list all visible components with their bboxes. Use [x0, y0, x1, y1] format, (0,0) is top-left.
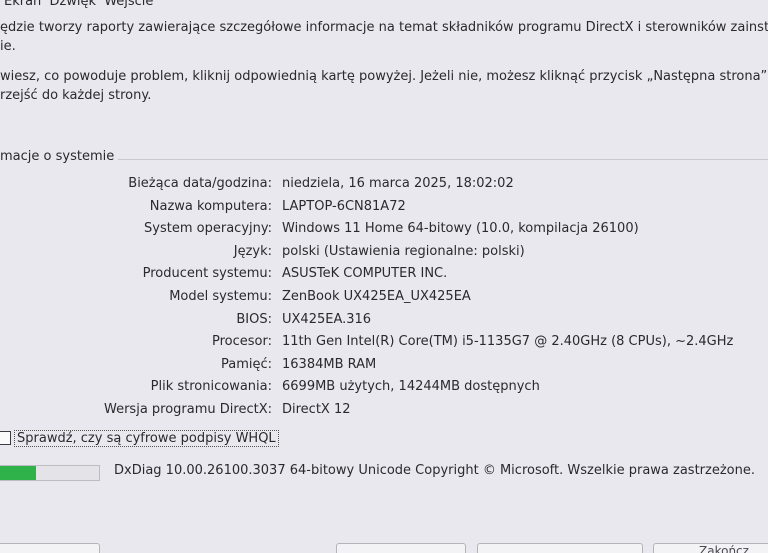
system-info-label: Wersja programu DirectX:	[104, 402, 272, 417]
next-page-button[interactable]	[336, 543, 466, 553]
tab-input[interactable]: Wejście	[104, 0, 153, 9]
exit-button[interactable]: Zakończ	[653, 543, 768, 553]
system-info-row: Bieżąca data/godzina: niedziela, 16 marca…	[0, 174, 768, 194]
system-info-label: Nazwa komputera:	[149, 198, 272, 214]
system-info-row: Producent systemu: ASUSTeK COMPUTER INC.	[0, 264, 768, 284]
system-info-row: Pamięć: 16384MB RAM	[0, 355, 768, 375]
whql-checkbox-row[interactable]: Sprawdź, czy są cyfrowe podpisy WHQL	[0, 429, 279, 447]
intro-line-2b: rzejść do każdej strony.	[0, 88, 152, 103]
system-info-value: 11th Gen Intel(R) Core(TM) i5-1135G7 @ 2…	[282, 334, 734, 350]
system-info-label: Procesor:	[212, 334, 272, 350]
whql-checkbox-label[interactable]: Sprawdź, czy są cyfrowe podpisy WHQL	[14, 429, 279, 447]
system-info-value: 6699MB użytych, 14244MB dostępnych	[282, 379, 540, 395]
system-info-value: UX425EA.316	[282, 311, 372, 327]
system-info-label: Bieżąca data/godzina:	[128, 176, 272, 191]
tab-sound[interactable]: Dźwięk	[49, 0, 96, 9]
copyright-text: DxDiag 10.00.26100.3037 64-bitowy Unicod…	[114, 463, 755, 478]
system-info-row: Język: polski (Ustawienia regionalne: pol…	[0, 242, 768, 262]
system-info-row: Procesor: 11th Gen Intel(R) Core(TM) i5-1…	[0, 332, 768, 352]
intro-line-1: ędzie tworzy raporty zawierające szczegó…	[0, 20, 768, 35]
whql-checkbox[interactable]	[0, 431, 11, 445]
intro-line-1b: ie.	[0, 39, 16, 54]
system-info-value: ASUSTeK COMPUTER INC.	[282, 266, 448, 282]
system-info-label: Pamięć:	[220, 356, 272, 372]
system-info-row: Model systemu: ZenBook UX425EA_UX425EA	[0, 287, 768, 307]
group-box-border	[100, 159, 768, 160]
system-info-label: Język:	[233, 243, 272, 259]
intro-paragraph-2: wiesz, co powoduje problem, kliknij odpo…	[0, 67, 768, 105]
tab-strip: Ekran Dźwięk Wejście	[0, 0, 157, 9]
system-info-label: System operacyjny:	[144, 221, 272, 237]
system-info-value: polski (Ustawienia regionalne: polski)	[282, 243, 525, 259]
system-info-label: Model systemu:	[169, 289, 272, 304]
system-info-value: LAPTOP-6CN81A72	[282, 198, 406, 214]
system-info-value: 16384MB RAM	[282, 356, 377, 372]
system-info-value: niedziela, 16 marca 2025, 18:02:02	[282, 176, 514, 191]
system-info-row: Wersja programu DirectX: DirectX 12	[0, 400, 768, 420]
system-info-group-title: macje o systemie	[0, 149, 119, 164]
system-info-label: BIOS:	[236, 311, 272, 327]
tab-screen[interactable]: Ekran	[4, 0, 41, 9]
system-info-row: System operacyjny: Windows 11 Home 64-bit…	[0, 219, 768, 239]
help-button[interactable]	[0, 543, 100, 553]
system-info-label: Producent systemu:	[142, 266, 272, 282]
system-info-value: Windows 11 Home 64-bitowy (10.0, kompila…	[282, 221, 639, 237]
intro-line-2: wiesz, co powoduje problem, kliknij odpo…	[0, 69, 768, 84]
save-all-info-button[interactable]: ...	[477, 543, 643, 553]
progress-bar-fill	[0, 466, 36, 480]
progress-bar	[0, 465, 100, 481]
system-info-value: DirectX 12	[282, 402, 351, 417]
system-info-label: Plik stronicowania:	[150, 379, 272, 395]
system-info-value: ZenBook UX425EA_UX425EA	[282, 289, 471, 304]
system-info-row: BIOS: UX425EA.316	[0, 310, 768, 330]
system-info-row: Nazwa komputera: LAPTOP-6CN81A72	[0, 197, 768, 217]
intro-paragraph-1: ędzie tworzy raporty zawierające szczegó…	[0, 18, 768, 56]
system-info-row: Plik stronicowania: 6699MB użytych, 14244…	[0, 377, 768, 397]
